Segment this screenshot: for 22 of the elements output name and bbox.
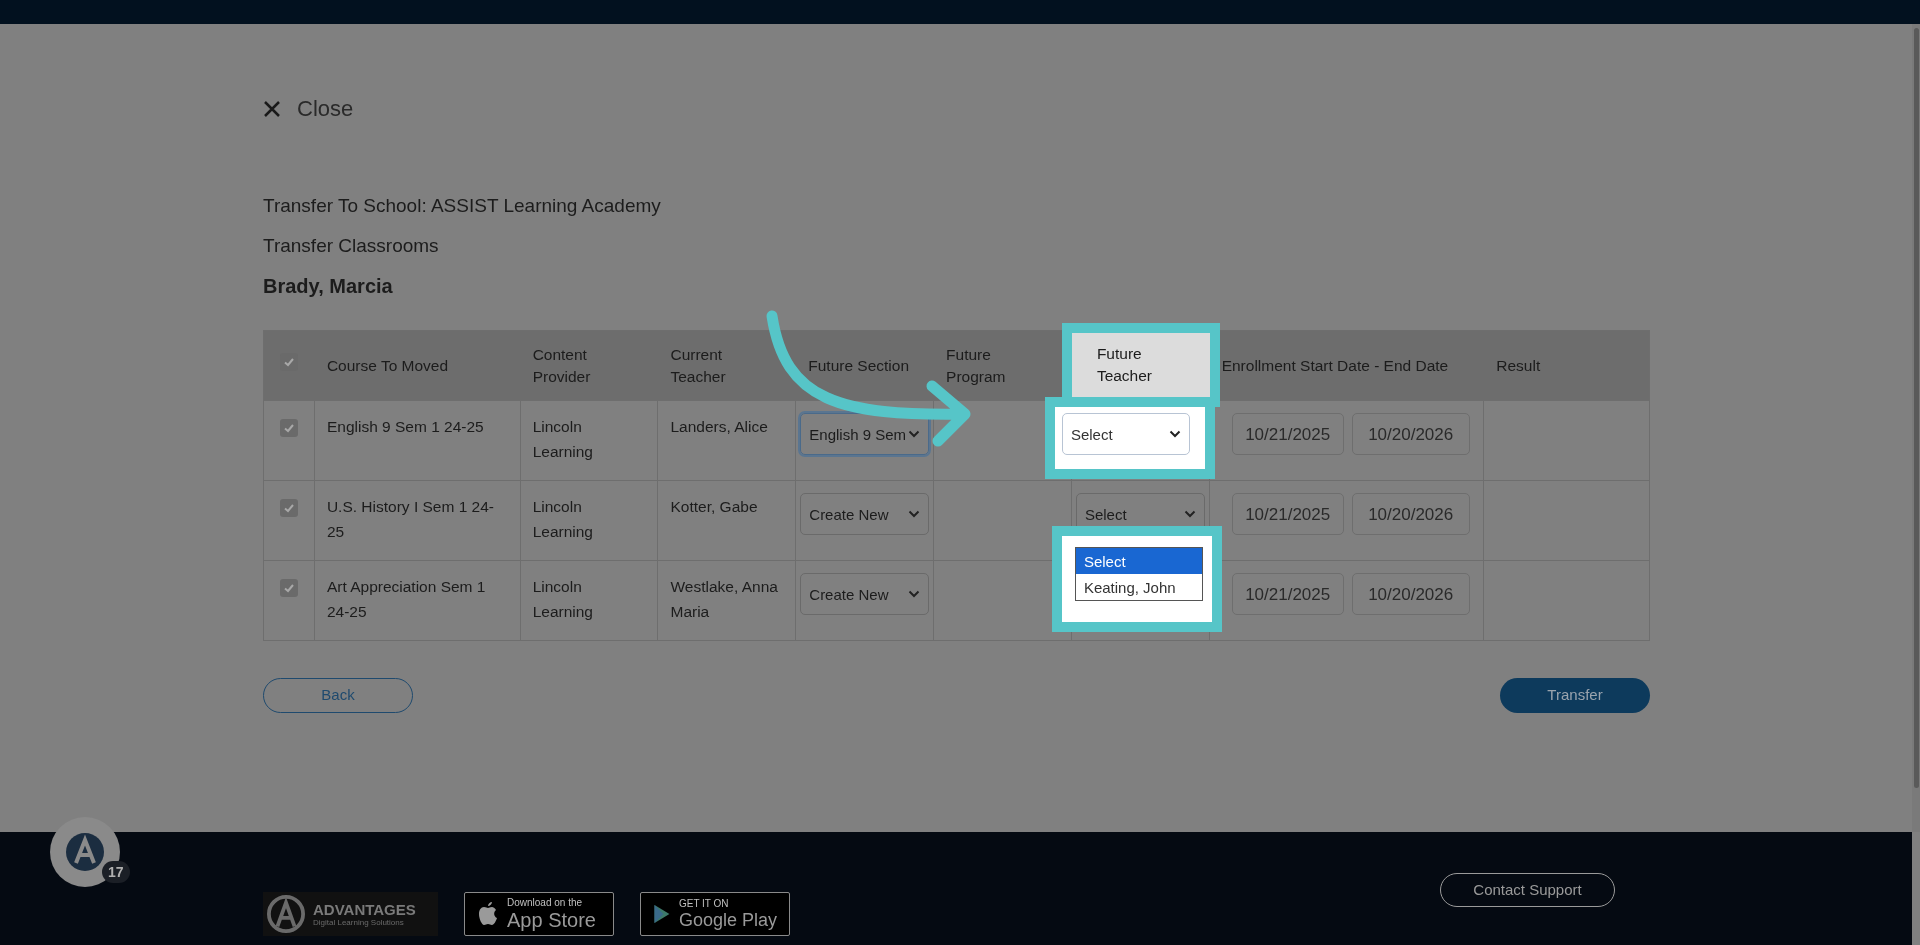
student-name: Brady, Marcia — [263, 275, 393, 297]
notification-badge: 17 — [102, 861, 130, 883]
table-cell: Art Appreciation Sem 1 24-25 — [326, 578, 486, 620]
table-header-cell-text: Enrollment Start Date - End Date — [1221, 355, 1449, 376]
table-cell: Lincoln Learning — [532, 418, 593, 460]
brand-tagline: Digital Learning Solutions — [313, 918, 405, 927]
brand-name: ADVANTAGES — [313, 901, 416, 917]
table-header-cell-text: Future Section — [808, 355, 910, 376]
page-heading: Transfer To School: ASSIST Learning Academy — [263, 195, 661, 217]
table-cell: Kotter, Gabe — [670, 498, 758, 515]
table-header-cell-text: Current Teacher — [670, 344, 727, 387]
table-cell: Westlake, Anna Maria — [670, 578, 778, 620]
table-cell: U.S. History I Sem 1 24-25 — [326, 498, 495, 540]
table-header-cell-text: Future Program — [946, 344, 1007, 387]
table-header-cell-text: Course To Moved — [326, 355, 449, 376]
table-cell: English 9 Sem 1 24-25 — [326, 418, 484, 435]
table-cell: Landers, Alice — [670, 418, 768, 435]
table-cell: Lincoln Learning — [532, 498, 593, 540]
table-header-cell-text: Result — [1496, 355, 1541, 376]
table-cell: Lincoln Learning — [532, 578, 593, 620]
table-header-cell-text: Content Provider — [532, 344, 592, 387]
page-heading: Transfer Classrooms — [263, 235, 439, 257]
